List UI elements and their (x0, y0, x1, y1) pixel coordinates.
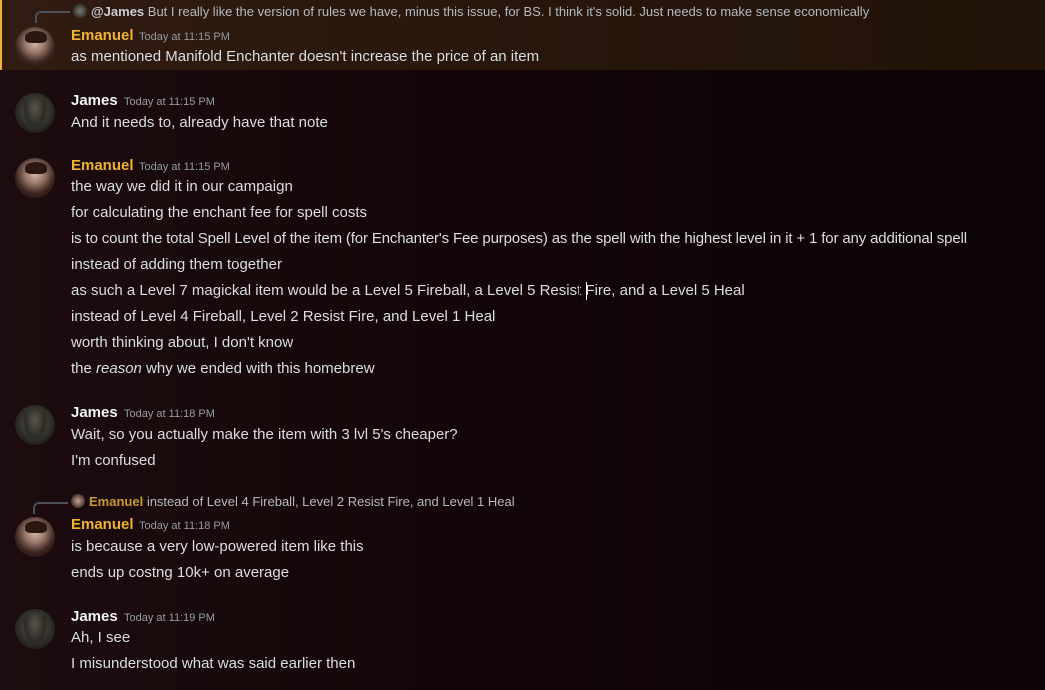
reply-preview[interactable]: @James But I really like the version of … (73, 4, 869, 20)
reply-text: instead of Level 4 Fireball, Level 2 Res… (146, 494, 515, 509)
reply-avatar (71, 494, 85, 508)
timestamp[interactable]: Today at 11:19 PM (124, 609, 215, 627)
message-text: instead of adding them together (71, 256, 282, 273)
message-text: is to count the total Spell Level of the… (71, 230, 967, 247)
text-segment: the (71, 360, 97, 377)
reply-mention[interactable]: @James (91, 4, 144, 19)
message[interactable]: James Today at 11:15 PM And it needs to,… (0, 88, 1045, 138)
emphasis-text: reason (96, 360, 142, 377)
message[interactable]: James Today at 11:19 PM Ah, I see I misu… (0, 604, 1045, 684)
message[interactable]: Emanuel instead of Level 4 Fireball, Lev… (0, 492, 1045, 592)
message-text: Wait, so you actually make the item with… (71, 426, 458, 443)
message-text: And it needs to, already have that note (71, 114, 328, 131)
author-name[interactable]: Emanuel (71, 157, 134, 175)
author-name[interactable]: Emanuel (71, 516, 134, 534)
reply-connector (33, 502, 68, 514)
reply-connector (35, 11, 70, 23)
reply-text: But I really like the version of rules w… (147, 4, 870, 19)
message-text: instead of Level 4 Fireball, Level 2 Res… (71, 308, 496, 325)
author-name[interactable]: James (71, 92, 118, 110)
avatar[interactable] (15, 517, 55, 557)
message-text: I misunderstood what was said earlier th… (71, 655, 356, 672)
author-name[interactable]: Emanuel (71, 27, 134, 45)
reply-avatar (73, 4, 87, 18)
timestamp[interactable]: Today at 11:18 PM (139, 517, 230, 535)
message-text: as such a Level 7 magickal item would be… (71, 282, 745, 299)
message-text: I'm confused (71, 452, 156, 469)
message[interactable]: Emanuel Today at 11:15 PM the way we did… (0, 153, 1045, 383)
reply-author[interactable]: Emanuel (89, 494, 143, 509)
text-segment: why we ended with this homebrew (141, 360, 375, 377)
avatar[interactable] (15, 93, 55, 133)
message-text: as mentioned Manifold Enchanter doesn't … (71, 48, 540, 65)
message-text: is because a very low-powered item like … (71, 538, 364, 555)
author-name[interactable]: James (71, 608, 118, 626)
message-text: the reason why we ended with this homebr… (71, 359, 375, 379)
avatar[interactable] (15, 158, 55, 198)
message-highlighted[interactable]: @James But I really like the version of … (0, 0, 1045, 70)
reply-preview[interactable]: Emanuel instead of Level 4 Fireball, Lev… (71, 494, 515, 510)
message-text: worth thinking about, I don't know (71, 334, 294, 351)
message-text: Ah, I see (71, 629, 131, 646)
message-text: for calculating the enchant fee for spel… (71, 204, 368, 221)
timestamp[interactable]: Today at 11:15 PM (139, 158, 230, 176)
avatar[interactable] (15, 609, 55, 649)
message[interactable]: James Today at 11:18 PM Wait, so you act… (0, 400, 1045, 475)
avatar[interactable] (15, 405, 55, 445)
text-cursor-icon (579, 282, 587, 300)
message-text: the way we did it in our campaign (71, 178, 293, 195)
author-name[interactable]: James (71, 404, 118, 422)
timestamp[interactable]: Today at 11:15 PM (124, 93, 215, 111)
timestamp[interactable]: Today at 11:18 PM (124, 405, 215, 423)
message-text: ends up costng 10k+ on average (71, 564, 290, 581)
timestamp[interactable]: Today at 11:15 PM (139, 28, 230, 46)
avatar[interactable] (15, 27, 55, 67)
